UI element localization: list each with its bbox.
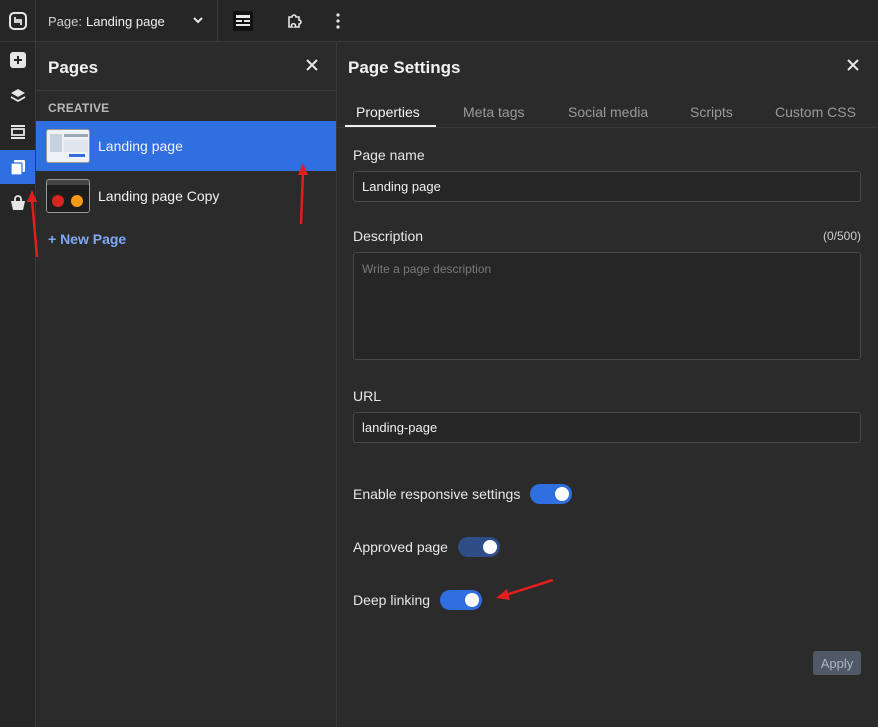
approved-page-row: Approved page bbox=[353, 537, 500, 557]
rail-layers-button[interactable] bbox=[0, 79, 35, 113]
deep-linking-label: Deep linking bbox=[353, 592, 431, 608]
page-name-label: Page name bbox=[353, 147, 425, 163]
pages-group-label: CREATIVE bbox=[48, 101, 110, 115]
app-logo[interactable] bbox=[0, 0, 36, 42]
settings-close-button[interactable] bbox=[842, 54, 864, 76]
rail-sections-button[interactable] bbox=[0, 115, 35, 149]
tab-custom-css[interactable]: Custom CSS bbox=[775, 104, 856, 120]
layout-icon bbox=[233, 11, 253, 31]
approved-page-toggle[interactable] bbox=[457, 537, 500, 557]
more-vertical-icon bbox=[336, 13, 340, 29]
new-page-button[interactable]: + New Page bbox=[48, 231, 126, 247]
pages-header-divider bbox=[36, 90, 336, 91]
rail-pages-button[interactable] bbox=[0, 150, 35, 184]
page-selector-label: Page: bbox=[48, 13, 82, 29]
description-label: Description bbox=[353, 228, 424, 244]
deep-linking-toggle[interactable] bbox=[440, 590, 483, 610]
add-icon bbox=[9, 52, 26, 68]
page-selector[interactable]: Page: Landing page bbox=[36, 0, 218, 42]
plugins-button[interactable] bbox=[275, 0, 315, 42]
page-selector-value: Landing page bbox=[85, 13, 165, 29]
url-input[interactable]: landing-page bbox=[353, 412, 861, 443]
rail-store-button[interactable] bbox=[0, 186, 35, 220]
rail-add-button[interactable] bbox=[0, 43, 35, 77]
page-thumbnail bbox=[46, 179, 90, 213]
page-item-label: Landing page Copy bbox=[98, 188, 220, 204]
page-item-landing-page[interactable]: Landing page bbox=[36, 121, 336, 171]
more-options-button[interactable] bbox=[318, 0, 358, 42]
page-item-label: Landing page bbox=[98, 138, 183, 154]
chevron-down-icon bbox=[193, 17, 203, 24]
url-label: URL bbox=[353, 388, 382, 404]
page-name-input[interactable]: Landing page bbox=[353, 171, 861, 202]
apply-button[interactable]: Apply bbox=[813, 651, 861, 675]
layout-button[interactable] bbox=[223, 0, 263, 42]
tab-social-media[interactable]: Social media bbox=[568, 104, 648, 120]
page-thumbnail bbox=[46, 129, 90, 163]
active-tab-indicator bbox=[345, 125, 436, 127]
left-rail bbox=[0, 42, 36, 727]
pages-panel: Pages CREATIVE Landing page Landing page… bbox=[36, 42, 337, 727]
app-logo-icon bbox=[8, 12, 27, 30]
pages-close-button[interactable] bbox=[301, 54, 323, 76]
tab-properties[interactable]: Properties bbox=[356, 104, 420, 120]
responsive-settings-row: Enable responsive settings bbox=[353, 484, 573, 504]
page-item-landing-page-copy[interactable]: Landing page Copy bbox=[36, 171, 336, 221]
close-icon bbox=[847, 59, 859, 71]
puzzle-icon bbox=[288, 14, 302, 28]
tab-meta-tags[interactable]: Meta tags bbox=[463, 104, 524, 120]
settings-tabs: Properties Meta tags Social media Script… bbox=[337, 98, 878, 128]
pages-panel-title: Pages bbox=[48, 58, 99, 77]
description-counter: (0/500) bbox=[822, 229, 861, 243]
layers-icon bbox=[10, 89, 25, 103]
close-icon bbox=[306, 59, 318, 71]
responsive-settings-label: Enable responsive settings bbox=[353, 486, 521, 502]
sections-icon bbox=[10, 125, 25, 139]
page-settings-panel: Page Settings Properties Meta tags Socia… bbox=[337, 42, 878, 727]
description-textarea[interactable]: Write a page description bbox=[353, 252, 861, 360]
page-settings-title: Page Settings bbox=[348, 58, 461, 77]
deep-linking-row: Deep linking bbox=[353, 590, 483, 610]
approved-page-label: Approved page bbox=[353, 539, 448, 555]
pages-icon bbox=[9, 160, 25, 176]
tab-scripts[interactable]: Scripts bbox=[690, 104, 733, 120]
responsive-settings-toggle[interactable] bbox=[530, 484, 573, 504]
top-bar: Page: Landing page bbox=[0, 0, 878, 42]
store-bag-icon bbox=[10, 195, 25, 210]
